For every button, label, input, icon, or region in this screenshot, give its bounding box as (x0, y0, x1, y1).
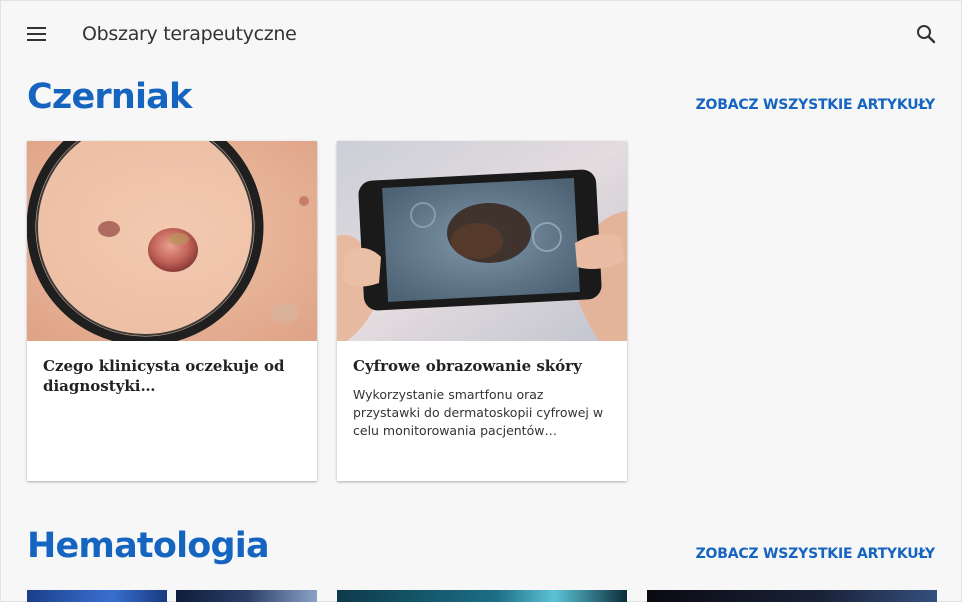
article-card[interactable]: Cyfrowe obrazowanie skóry Wykorzystanie … (337, 141, 627, 481)
section-title-hematologia: Hematologia (27, 526, 270, 566)
article-image-skin-lesion (27, 141, 317, 341)
article-image-partial[interactable] (176, 590, 317, 602)
article-image-partial[interactable] (647, 590, 937, 602)
article-title: Czego klinicysta oczekuje od diagnostyki… (43, 357, 285, 395)
article-title: Cyfrowe obrazowanie skóry (353, 357, 582, 375)
article-image-smartphone-dermatoscopy (337, 141, 627, 341)
app-bar: Obszary terapeutyczne (1, 1, 961, 67)
section-title-czerniak: Czerniak (27, 77, 192, 117)
search-icon[interactable] (915, 23, 937, 45)
hamburger-menu-icon[interactable] (26, 25, 48, 43)
article-image-partial[interactable] (337, 590, 627, 602)
article-image-partial[interactable] (27, 590, 167, 602)
see-all-articles-link-hematologia[interactable]: ZOBACZ WSZYSTKIE ARTYKUŁY (696, 546, 936, 562)
page-title: Obszary terapeutyczne (82, 23, 297, 45)
article-description: Wykorzystanie smartfonu oraz przystawki … (353, 387, 604, 438)
see-all-articles-link-czerniak[interactable]: ZOBACZ WSZYSTKIE ARTYKUŁY (696, 97, 936, 113)
article-card[interactable]: Czego klinicysta oczekuje od diagnostyki… (27, 141, 317, 481)
